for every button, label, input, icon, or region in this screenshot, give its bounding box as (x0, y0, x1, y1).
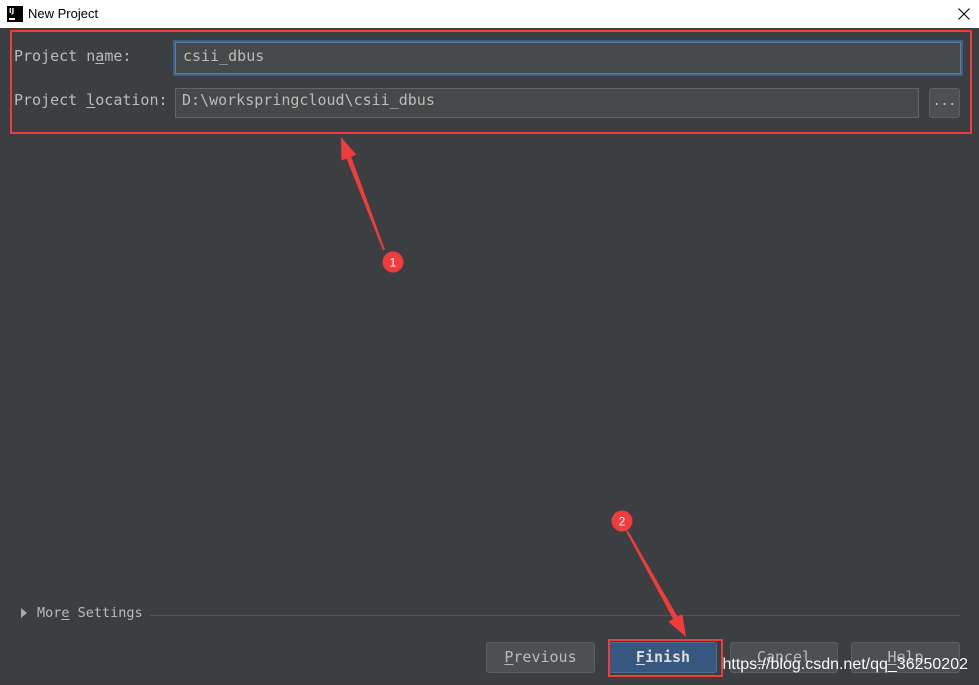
intellij-idea-icon: IJ (7, 6, 23, 22)
more-settings-label-mnemonic: e (61, 605, 70, 621)
app-icon-bar (9, 18, 15, 20)
app-icon-lettering: IJ (9, 7, 15, 15)
finish-button[interactable]: Finish (609, 642, 717, 673)
more-settings-label-text: Mor (37, 605, 62, 621)
browse-button[interactable]: ... (929, 88, 960, 118)
project-location-label-text: Project (14, 91, 87, 109)
more-settings-toggle[interactable]: More Settings (18, 604, 146, 622)
previous-button[interactable]: Previous (486, 642, 595, 673)
more-settings-separator (150, 615, 960, 616)
previous-button-label: revious (513, 648, 577, 666)
finish-button-label: inish (644, 648, 691, 666)
close-button[interactable] (950, 0, 979, 28)
project-name-input[interactable]: csii_dbus (175, 42, 961, 74)
project-name-label-text: Project n (14, 47, 96, 65)
project-location-input[interactable]: D:\workspringcloud\csii_dbus (175, 88, 919, 118)
close-icon (958, 8, 970, 20)
project-location-label-mnemonic: l (86, 91, 96, 109)
project-location-label-text-end: ocation: (95, 91, 168, 109)
finish-button-mnemonic: F (635, 648, 645, 666)
project-location-label: Project location: (14, 91, 168, 109)
watermark: https://blog.csdn.net/qq_36250202 (722, 656, 968, 673)
project-name-label-mnemonic: a (95, 47, 105, 65)
more-settings-label: More Settings (37, 604, 143, 622)
window-title: New Project (28, 6, 99, 21)
dialog-content (0, 28, 979, 685)
project-name-label-text-end: me: (104, 47, 132, 65)
title-bar[interactable]: IJ New Project (0, 0, 979, 28)
more-settings-label-text-end: Settings (69, 605, 143, 621)
project-name-label: Project name: (14, 47, 131, 65)
triangle-right-icon (21, 608, 27, 618)
